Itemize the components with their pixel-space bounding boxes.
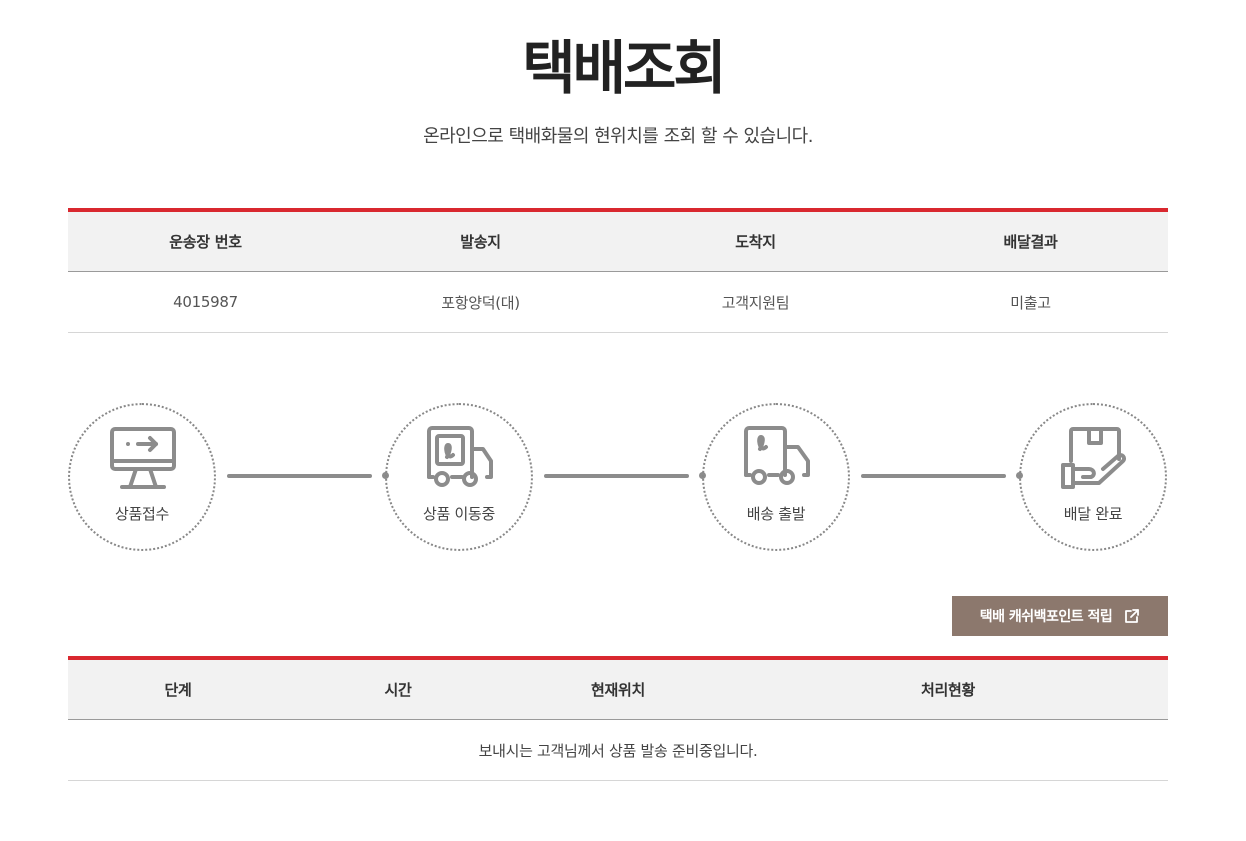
waybill-number: 4015987 <box>173 293 238 311</box>
column-header-waybill: 운송장 번호 <box>169 233 242 251</box>
step-label: 배송 출발 <box>746 505 806 523</box>
column-header-location: 현재위치 <box>590 681 645 699</box>
monitor-icon <box>110 427 176 489</box>
cashback-button-label: 택배 캐쉬백포인트 적립 <box>979 609 1113 625</box>
column-header-result: 배달결과 <box>1003 233 1058 251</box>
result-value: 미출고 <box>1010 293 1051 312</box>
table-header: 운송장 번호 발송지 도착지 배달결과 <box>68 208 1168 272</box>
column-header-origin: 발송지 <box>460 233 501 251</box>
step-received: 상품접수 <box>68 403 216 551</box>
history-message: 보내시는 고객님께서 상품 발송 준비중입니다. <box>478 741 758 760</box>
progress-connector <box>227 474 372 478</box>
column-header-status: 처리현황 <box>920 681 975 699</box>
table-row: 4015987 포항양덕(대) 고객지원팀 미출고 <box>68 272 1168 333</box>
progress-connector <box>544 474 689 478</box>
step-in-transit: 상품 이동중 <box>385 403 533 551</box>
step-label: 배달 완료 <box>1063 505 1123 523</box>
step-delivered: 배달 완료 <box>1019 403 1167 551</box>
column-header-stage: 단계 <box>164 681 192 699</box>
page-subtitle: 온라인으로 택배화물의 현위치를 조회 할 수 있습니다. <box>423 126 813 147</box>
progress-connector <box>861 474 1006 478</box>
column-header-destination: 도착지 <box>735 233 776 251</box>
cashback-point-button[interactable]: 택배 캐쉬백포인트 적립 <box>952 596 1168 636</box>
origin-value: 포항양덕(대) <box>441 293 520 312</box>
package-hand-icon <box>1061 427 1127 489</box>
external-link-icon <box>1125 609 1140 623</box>
truck-icon <box>427 426 493 487</box>
step-label: 상품 이동중 <box>423 505 495 523</box>
truck-icon <box>744 426 810 485</box>
destination-value: 고객지원팀 <box>721 293 790 312</box>
column-header-time: 시간 <box>384 681 412 699</box>
tracking-summary-table: 운송장 번호 발송지 도착지 배달결과 4015987 포항양덕(대) 고객지원… <box>68 208 1168 333</box>
step-label: 상품접수 <box>114 505 169 523</box>
table-header: 단계 시간 현재위치 처리현황 <box>68 656 1168 720</box>
step-out-for-delivery: 배송 출발 <box>702 403 850 551</box>
page-title: 택배조회 <box>522 34 726 102</box>
tracking-history-table: 단계 시간 현재위치 처리현황 보내시는 고객님께서 상품 발송 준비중입니다. <box>68 656 1168 781</box>
table-row: 보내시는 고객님께서 상품 발송 준비중입니다. <box>68 720 1168 781</box>
